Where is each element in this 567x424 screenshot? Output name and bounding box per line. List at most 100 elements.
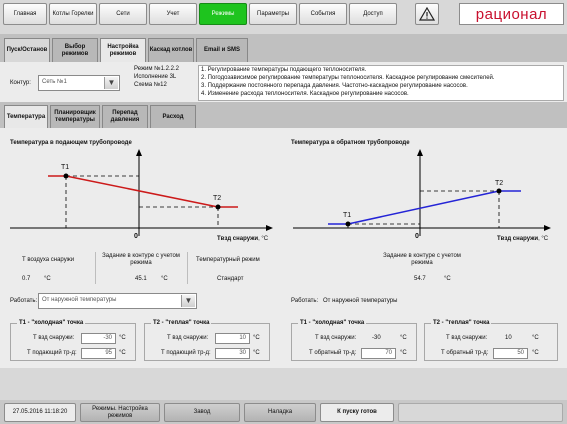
left-warm-row1-unit: °C: [253, 335, 260, 341]
left-chart-t2-label: T2: [213, 195, 222, 202]
left-warm-row2-label: Т подающий тр-д:: [161, 350, 211, 356]
tab-email-sms[interactable]: Email и SMS: [196, 38, 248, 62]
left-info-col3-header: Температурный режим: [196, 257, 260, 263]
right-chart-axis-label: Tвзд снаружи, °C: [497, 236, 548, 243]
right-warm-point-title: T2 - "теплая" точка: [431, 320, 492, 327]
description-line: 1. Регулирование температуры подающего т…: [201, 67, 367, 73]
nav-metering[interactable]: Учет: [149, 3, 197, 25]
status-datetime: 27.05.2016 11:18:20: [4, 403, 76, 422]
right-chart-t1-label: T1: [343, 212, 352, 219]
left-info-col1-value: 0.7: [22, 276, 31, 282]
right-cold-row1-label: Т взд снаружи:: [315, 335, 357, 341]
left-work-label: Работать:: [10, 298, 38, 304]
right-work-value: От наружной температуры: [323, 298, 398, 304]
nav-networks[interactable]: Сети: [99, 3, 147, 25]
left-work-select[interactable]: От наружной температуры ▼: [38, 293, 197, 309]
circuit-select[interactable]: Сеть №1 ▼: [38, 75, 120, 91]
left-chart-point-t1: [63, 173, 69, 179]
right-warm-return-field[interactable]: 50: [493, 348, 528, 359]
right-chart-x-arrow: [544, 225, 551, 231]
mode-execution: Исполнение 3L: [134, 74, 177, 80]
right-chart-y-arrow: [417, 149, 423, 156]
warning-icon: [419, 7, 435, 21]
tab-temperature[interactable]: Температура: [4, 105, 48, 128]
left-cold-row1-label: Т взд снаружи:: [33, 335, 75, 341]
left-chart-line: [65, 175, 219, 208]
chevron-down-icon: ▼: [181, 295, 195, 307]
mode-number: Режим №1.2.2.2: [134, 66, 179, 72]
circuit-select-value: Сеть №1: [42, 79, 67, 85]
right-warm-row2-label: Т обратный тр-д:: [441, 350, 489, 356]
left-cold-outdoor-field[interactable]: -30: [81, 333, 116, 344]
right-chart-point-t1: [345, 221, 351, 227]
right-chart: [293, 149, 551, 236]
warning-button[interactable]: [415, 3, 439, 25]
left-info-col3-value: Стандарт: [217, 276, 244, 282]
nav-parameters[interactable]: Параметры: [249, 3, 297, 25]
left-cold-row2-label: Т подающий тр-д:: [27, 350, 77, 356]
nav-events[interactable]: События: [299, 3, 347, 25]
tab-mode-select[interactable]: Выбор режимов: [52, 38, 98, 62]
nav-boilers[interactable]: Котлы Горелки: [49, 3, 97, 25]
status-spacer: [398, 403, 563, 422]
right-cold-return-field[interactable]: 70: [361, 348, 396, 359]
brand-logo: рационал: [475, 5, 548, 23]
circuit-label: Контур:: [10, 80, 31, 86]
right-warm-row2-unit: °C: [532, 350, 539, 356]
left-warm-supply-field[interactable]: 30: [215, 348, 250, 359]
right-cold-point-title: T1 - "холодная" точка: [298, 320, 367, 327]
right-chart-axis-unit: , °C: [538, 236, 549, 242]
left-info-col2-unit: °C: [161, 276, 168, 282]
left-chart-t1-label: T1: [61, 164, 70, 171]
chevron-down-icon: ▼: [104, 77, 118, 89]
right-chart-point-t2: [496, 188, 502, 194]
right-work-label: Работать:: [291, 298, 319, 304]
right-chart-title: Температура в обратном трубопроводе: [291, 140, 410, 146]
tab-pressure-difference[interactable]: Перепад давления: [102, 105, 148, 128]
right-cold-row1-unit: °C: [400, 335, 407, 341]
status-mode[interactable]: Режимы. Настройка режимов: [80, 403, 160, 422]
right-chart-zero-label: 0: [415, 233, 419, 240]
tab-temperature-scheduler[interactable]: Планировщик температуры: [50, 105, 100, 128]
left-work-select-value: От наружной температуры: [42, 297, 117, 303]
nav-main[interactable]: Главная: [3, 3, 47, 25]
tab-mode-setup[interactable]: Настройка режимов: [100, 38, 146, 62]
left-cold-row1-unit: °C: [119, 335, 126, 341]
left-chart-title: Температура в подающем трубопроводе: [10, 140, 132, 146]
right-warm-row1-label: Т взд снаружи:: [446, 335, 488, 341]
right-warm-row1-value: 10: [505, 335, 512, 341]
left-chart-point-t2: [215, 204, 221, 210]
right-chart-line: [347, 190, 500, 225]
left-info-col2-header: Задание в контуре с учетом режима: [102, 253, 180, 266]
left-warm-row1-label: Т взд снаружи:: [167, 335, 209, 341]
left-info-col1-header: Т воздуха снаружи: [22, 257, 75, 263]
right-chart-t2-label: T2: [495, 180, 504, 187]
left-info-divider: [187, 252, 188, 284]
nav-access[interactable]: Доступ: [349, 3, 397, 25]
tab-boiler-cascade[interactable]: Каскад котлов: [148, 38, 194, 62]
status-ready[interactable]: К пуску готов: [320, 403, 394, 422]
left-info-col1-unit: °C: [44, 276, 51, 282]
left-chart-x-arrow: [266, 225, 273, 231]
left-cold-supply-field[interactable]: 95: [81, 348, 116, 359]
right-chart-axis-text: Tвзд снаружи: [497, 236, 539, 242]
left-warm-outdoor-field[interactable]: 10: [215, 333, 250, 344]
left-cold-point-title: T1 - "холодная" точка: [17, 320, 86, 327]
left-info-col2-value: 45.1: [135, 276, 147, 282]
tab-start-stop[interactable]: Пуск/Останов: [4, 38, 50, 62]
left-cold-row2-unit: °C: [119, 350, 126, 356]
left-chart-axis-unit: , °C: [258, 236, 269, 242]
right-info-value: 54.7: [414, 276, 426, 282]
status-setup[interactable]: Наладка: [244, 403, 316, 422]
right-cold-row2-unit: °C: [400, 350, 407, 356]
status-plant[interactable]: Завод: [164, 403, 240, 422]
left-chart-axis-text: Tвзд снаружи: [217, 236, 259, 242]
nav-modes[interactable]: Режимы: [199, 3, 247, 25]
mode-scheme: Схема №12: [134, 82, 167, 88]
left-chart: [10, 149, 273, 236]
right-cold-row1-value: -30: [372, 335, 381, 341]
left-chart-y-arrow: [136, 149, 142, 156]
right-cold-row2-label: Т обратный тр-д:: [309, 350, 357, 356]
description-line: 4. Изменение расхода теплоносителя. Каск…: [201, 91, 409, 97]
tab-flow[interactable]: Расход: [150, 105, 196, 128]
